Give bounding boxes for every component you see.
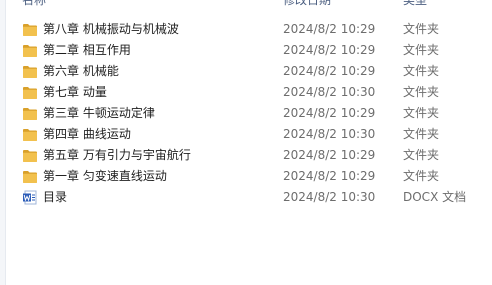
file-modified-date: 2024/8/2 10:30 xyxy=(283,190,376,204)
file-modified-date: 2024/8/2 10:30 xyxy=(283,127,376,141)
file-list: 第八章 机械振动与机械波 2024/8/2 10:29 文件夹 第二章 相互作用 202… xyxy=(0,19,492,208)
file-row[interactable]: 第七章 动量 2024/8/2 10:30 文件夹 xyxy=(0,82,492,103)
file-name: 目录 xyxy=(43,190,68,204)
file-name: 第四章 曲线运动 xyxy=(43,127,131,141)
folder-icon xyxy=(22,85,38,100)
file-modified-date: 2024/8/2 10:29 xyxy=(283,106,376,120)
file-name: 第六章 机械能 xyxy=(43,64,119,78)
file-modified-date: 2024/8/2 10:29 xyxy=(283,64,376,78)
file-row[interactable]: 第四章 曲线运动 2024/8/2 10:30 文件夹 xyxy=(0,124,492,145)
file-row[interactable]: 第三章 牛顿运动定律 2024/8/2 10:29 文件夹 xyxy=(0,103,492,124)
file-row[interactable]: 第五章 万有引力与宇宙航行 2024/8/2 10:29 文件夹 xyxy=(0,145,492,166)
folder-icon xyxy=(22,169,38,184)
column-header-modified[interactable]: 修改日期 xyxy=(283,0,331,9)
file-type: 文件夹 xyxy=(403,127,440,141)
folder-icon xyxy=(22,148,38,163)
column-header-name[interactable]: 名称 xyxy=(22,0,46,9)
folder-icon xyxy=(22,43,38,58)
file-type: 文件夹 xyxy=(403,22,440,36)
file-name: 第二章 相互作用 xyxy=(43,43,131,57)
file-type: 文件夹 xyxy=(403,43,440,57)
file-list-pane: 名称 修改日期 类型 第八章 机械振动与机械波 2024/8/2 10:29 文件夹… xyxy=(0,0,492,285)
file-row[interactable]: 第一章 匀变速直线运动 2024/8/2 10:29 文件夹 xyxy=(0,166,492,187)
file-modified-date: 2024/8/2 10:29 xyxy=(283,22,376,36)
file-modified-date: 2024/8/2 10:30 xyxy=(283,85,376,99)
file-row[interactable]: 第八章 机械振动与机械波 2024/8/2 10:29 文件夹 xyxy=(0,19,492,40)
file-name: 第一章 匀变速直线运动 xyxy=(43,169,167,183)
file-type: 文件夹 xyxy=(403,64,440,78)
file-name: 第三章 牛顿运动定律 xyxy=(43,106,155,120)
file-modified-date: 2024/8/2 10:29 xyxy=(283,43,376,57)
word-document-icon xyxy=(22,190,38,205)
folder-icon xyxy=(22,64,38,79)
file-name: 第八章 机械振动与机械波 xyxy=(43,22,179,36)
file-type: 文件夹 xyxy=(403,169,440,183)
folder-icon xyxy=(22,127,38,142)
folder-icon xyxy=(22,22,38,37)
folder-icon xyxy=(22,106,38,121)
file-type: 文件夹 xyxy=(403,106,440,120)
file-modified-date: 2024/8/2 10:29 xyxy=(283,169,376,183)
file-name: 第七章 动量 xyxy=(43,85,107,99)
file-type: 文件夹 xyxy=(403,148,440,162)
file-modified-date: 2024/8/2 10:29 xyxy=(283,148,376,162)
file-type: 文件夹 xyxy=(403,85,440,99)
column-header-type[interactable]: 类型 xyxy=(403,0,427,9)
file-row[interactable]: 目录 2024/8/2 10:30 DOCX 文档 xyxy=(0,187,492,208)
file-row[interactable]: 第二章 相互作用 2024/8/2 10:29 文件夹 xyxy=(0,40,492,61)
file-row[interactable]: 第六章 机械能 2024/8/2 10:29 文件夹 xyxy=(0,61,492,82)
file-name: 第五章 万有引力与宇宙航行 xyxy=(43,148,191,162)
file-type: DOCX 文档 xyxy=(403,190,467,204)
column-header-row: 名称 修改日期 类型 xyxy=(0,0,492,9)
